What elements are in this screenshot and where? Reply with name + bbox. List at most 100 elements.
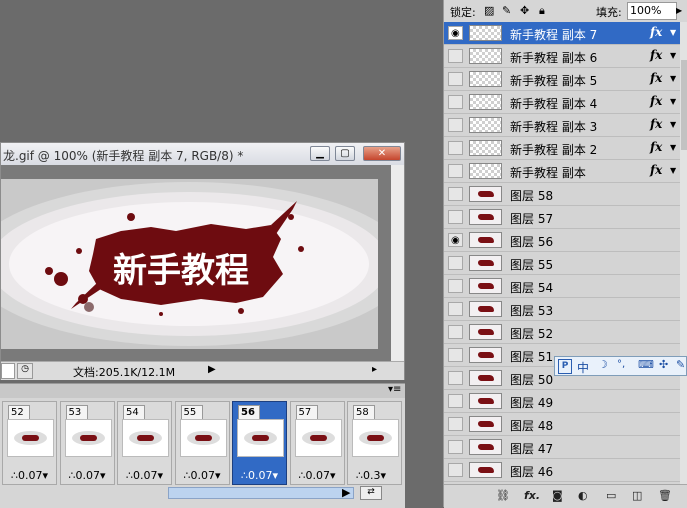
layer-thumbnail[interactable] (469, 117, 502, 133)
layer-thumbnail[interactable] (469, 324, 502, 340)
layer-thumbnail[interactable] (469, 301, 502, 317)
lock-position-icon[interactable]: ✥ (520, 4, 529, 17)
mask-icon[interactable]: ◙ (552, 489, 563, 502)
layer-row[interactable]: 新手教程 副本 3 fx ▼ (444, 114, 680, 137)
layer-thumbnail[interactable] (469, 439, 502, 455)
animation-frame[interactable]: 57 ∴0.07▾ (289, 401, 345, 485)
layer-fx-icon[interactable]: fx (650, 140, 662, 154)
lock-transparency-icon[interactable]: ▨ (484, 4, 494, 17)
delay-dropdown-icon[interactable]: ▾ (100, 469, 106, 482)
group-icon[interactable]: ▭ (606, 489, 616, 502)
delay-dropdown-icon[interactable]: ▾ (330, 469, 336, 482)
canvas-area[interactable]: 新手教程 (0, 165, 409, 361)
animation-frame[interactable]: 58 ∴0.3▾ (347, 401, 402, 485)
close-button[interactable]: ✕ (363, 146, 401, 161)
vertical-scrollbar[interactable] (391, 165, 404, 361)
layer-name[interactable]: 图层 47 (510, 440, 553, 457)
layer-row[interactable]: 新手教程 副本 6 fx ▼ (444, 45, 680, 68)
visibility-toggle[interactable] (448, 210, 463, 224)
layer-row[interactable]: ◉ 图层 56 (444, 229, 680, 252)
zoom-field[interactable] (1, 363, 15, 379)
visibility-toggle[interactable] (448, 141, 463, 155)
minimize-button[interactable]: ▁ (310, 146, 330, 161)
layer-row[interactable]: 图层 55 (444, 252, 680, 275)
frame-delay[interactable]: ∴0.3▾ (356, 469, 386, 482)
status-menu-arrow-icon[interactable]: ▶ (208, 364, 216, 375)
layer-name[interactable]: 图层 57 (510, 210, 553, 227)
fx-expand-icon[interactable]: ▼ (670, 143, 676, 152)
layer-row[interactable]: 图层 48 (444, 413, 680, 436)
layer-thumbnail[interactable] (469, 48, 502, 64)
layer-thumbnail[interactable] (469, 278, 502, 294)
delay-dropdown-icon[interactable]: ▾ (43, 469, 49, 482)
scroll-right-icon[interactable]: ▶ (342, 486, 350, 499)
lock-all-icon[interactable]: 🔒︎ (539, 4, 545, 18)
layer-thumbnail[interactable] (469, 140, 502, 156)
layer-fx-icon[interactable]: fx (650, 163, 662, 177)
layer-name[interactable]: 图层 51 (510, 348, 553, 365)
layer-thumbnail[interactable] (469, 416, 502, 432)
visibility-toggle[interactable] (448, 72, 463, 86)
trash-icon[interactable]: 🗑︎ (658, 489, 672, 502)
layer-thumbnail[interactable] (469, 393, 502, 409)
frame-delay[interactable]: ∴0.07▾ (184, 469, 221, 482)
layer-row[interactable]: 图层 57 (444, 206, 680, 229)
visibility-toggle[interactable]: ◉ (448, 233, 463, 247)
visibility-toggle[interactable] (448, 95, 463, 109)
layer-row[interactable]: 图层 52 (444, 321, 680, 344)
visibility-toggle[interactable] (448, 325, 463, 339)
canvas[interactable]: 新手教程 (0, 179, 409, 349)
fx-expand-icon[interactable]: ▼ (670, 97, 676, 106)
visibility-toggle[interactable] (448, 440, 463, 454)
link-icon[interactable]: ⛓ (496, 489, 510, 502)
layer-thumbnail[interactable] (469, 25, 502, 41)
fill-input[interactable]: 100% (627, 2, 677, 20)
layer-thumbnail[interactable] (469, 347, 502, 363)
lock-paint-icon[interactable]: ✎ (502, 4, 511, 17)
layer-thumbnail[interactable] (469, 232, 502, 248)
ime-language-toggle[interactable]: 中 (577, 359, 589, 376)
layer-row[interactable]: 图层 47 (444, 436, 680, 459)
fx-expand-icon[interactable]: ▼ (670, 74, 676, 83)
layer-thumbnail[interactable] (469, 255, 502, 271)
layer-row[interactable]: 新手教程 副本 5 fx ▼ (444, 68, 680, 91)
layer-name[interactable]: 图层 53 (510, 302, 553, 319)
fill-dropdown-icon[interactable]: ▶ (676, 6, 682, 15)
animation-frame[interactable]: 56 ∴0.07▾ (232, 401, 287, 485)
layer-row[interactable]: 图层 53 (444, 298, 680, 321)
frame-delay[interactable]: ∴0.07▾ (241, 469, 278, 482)
timeline-toggle-icon[interactable]: ⇄ (360, 486, 382, 500)
layer-row[interactable]: 图层 54 (444, 275, 680, 298)
visibility-toggle[interactable] (448, 394, 463, 408)
scroll-right-icon[interactable]: ▸ (372, 364, 377, 375)
visibility-toggle[interactable] (448, 187, 463, 201)
layer-row[interactable]: 图层 49 (444, 390, 680, 413)
adjustment-icon[interactable]: ◐ (578, 489, 588, 502)
layer-name[interactable]: 图层 46 (510, 463, 553, 480)
ime-tools-icon[interactable]: ✣ (659, 358, 668, 371)
visibility-toggle[interactable] (448, 371, 463, 385)
ime-settings-icon[interactable]: ✎ (676, 358, 685, 371)
frame-delay[interactable]: ∴0.07▾ (126, 469, 163, 482)
layer-thumbnail[interactable] (469, 163, 502, 179)
layer-fx-icon[interactable]: fx (650, 71, 662, 85)
frame-delay[interactable]: ∴0.07▾ (299, 469, 336, 482)
layers-scrollbar-thumb[interactable] (681, 60, 687, 150)
layer-name[interactable]: 新手教程 副本 4 (510, 95, 597, 112)
visibility-toggle[interactable] (448, 164, 463, 178)
ime-keyboard-icon[interactable]: ⌨ (638, 358, 654, 371)
layer-row[interactable]: 新手教程 副本 4 fx ▼ (444, 91, 680, 114)
fx-icon[interactable]: fx. (524, 489, 540, 502)
ime-punct-icon[interactable]: °, (617, 359, 625, 370)
panel-menu-icon[interactable]: ▾≡ (388, 384, 401, 395)
layer-name[interactable]: 新手教程 副本 (510, 164, 586, 181)
animation-frame[interactable]: 53 ∴0.07▾ (59, 401, 115, 485)
layer-thumbnail[interactable] (469, 94, 502, 110)
ime-moon-icon[interactable]: ☽ (598, 358, 608, 371)
status-icon[interactable]: ◷ (17, 363, 33, 379)
frame-delay[interactable]: ∴0.07▾ (69, 469, 106, 482)
layer-thumbnail[interactable] (469, 71, 502, 87)
layer-row[interactable]: 图层 58 (444, 183, 680, 206)
layer-name[interactable]: 新手教程 副本 2 (510, 141, 597, 158)
layer-name[interactable]: 新手教程 副本 5 (510, 72, 597, 89)
